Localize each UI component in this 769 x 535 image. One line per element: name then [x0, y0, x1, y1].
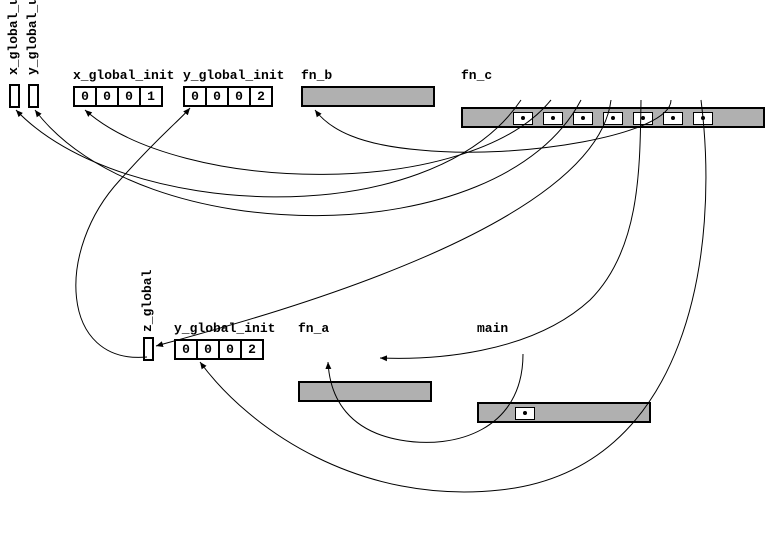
label-fn-b: fn_b	[301, 68, 332, 83]
byte: 0	[207, 88, 229, 105]
fn-c-slot-4	[633, 112, 653, 125]
box-z-global	[143, 337, 154, 361]
box-y-global-uninit	[28, 84, 39, 108]
box-fn-c	[461, 107, 765, 128]
arrow-fnc6-to-yglobalinit-bottom	[200, 100, 706, 492]
bytes-y-global-init-top: 0 0 0 2	[183, 86, 273, 107]
box-fn-b	[301, 86, 435, 107]
label-x-global-uninit: x_global_unin	[6, 0, 21, 75]
box-fn-a	[298, 381, 432, 402]
fn-c-slot-5	[663, 112, 683, 125]
fn-c-slot-3	[603, 112, 623, 125]
byte: 0	[119, 88, 141, 105]
bytes-x-global-init: 0 0 0 1	[73, 86, 163, 107]
byte: 0	[75, 88, 97, 105]
fn-c-slot-1	[543, 112, 563, 125]
arrow-fnc4-to-fna	[380, 100, 641, 358]
box-x-global-uninit	[9, 84, 20, 108]
byte: 0	[229, 88, 251, 105]
arrow-fnc3-to-zglobal	[156, 100, 611, 346]
fn-c-slot-2	[573, 112, 593, 125]
arrow-fnc0-to-xglobaluninit	[16, 100, 521, 197]
label-y-global-uninit: y_global_unin	[25, 0, 40, 75]
byte: 0	[185, 88, 207, 105]
label-y-global-init-top: y_global_init	[183, 68, 284, 83]
byte: 1	[141, 88, 161, 105]
label-fn-a: fn_a	[298, 321, 329, 336]
byte: 2	[251, 88, 271, 105]
fn-c-slot-6	[693, 112, 713, 125]
byte: 0	[198, 341, 220, 358]
byte: 0	[220, 341, 242, 358]
bytes-y-global-init-bottom: 0 0 0 2	[174, 339, 264, 360]
fn-c-slot-0	[513, 112, 533, 125]
label-fn-c: fn_c	[461, 68, 492, 83]
byte: 2	[242, 341, 262, 358]
byte: 0	[176, 341, 198, 358]
label-z-global: z_global	[140, 262, 155, 332]
label-main: main	[477, 321, 508, 336]
main-slot-0	[515, 407, 535, 420]
arrow-zglobal-to-yglobalinit-top	[76, 108, 190, 357]
label-y-global-init-bottom: y_global_init	[174, 321, 275, 336]
byte: 0	[97, 88, 119, 105]
label-x-global-init: x_global_init	[73, 68, 174, 83]
box-main	[477, 402, 651, 423]
